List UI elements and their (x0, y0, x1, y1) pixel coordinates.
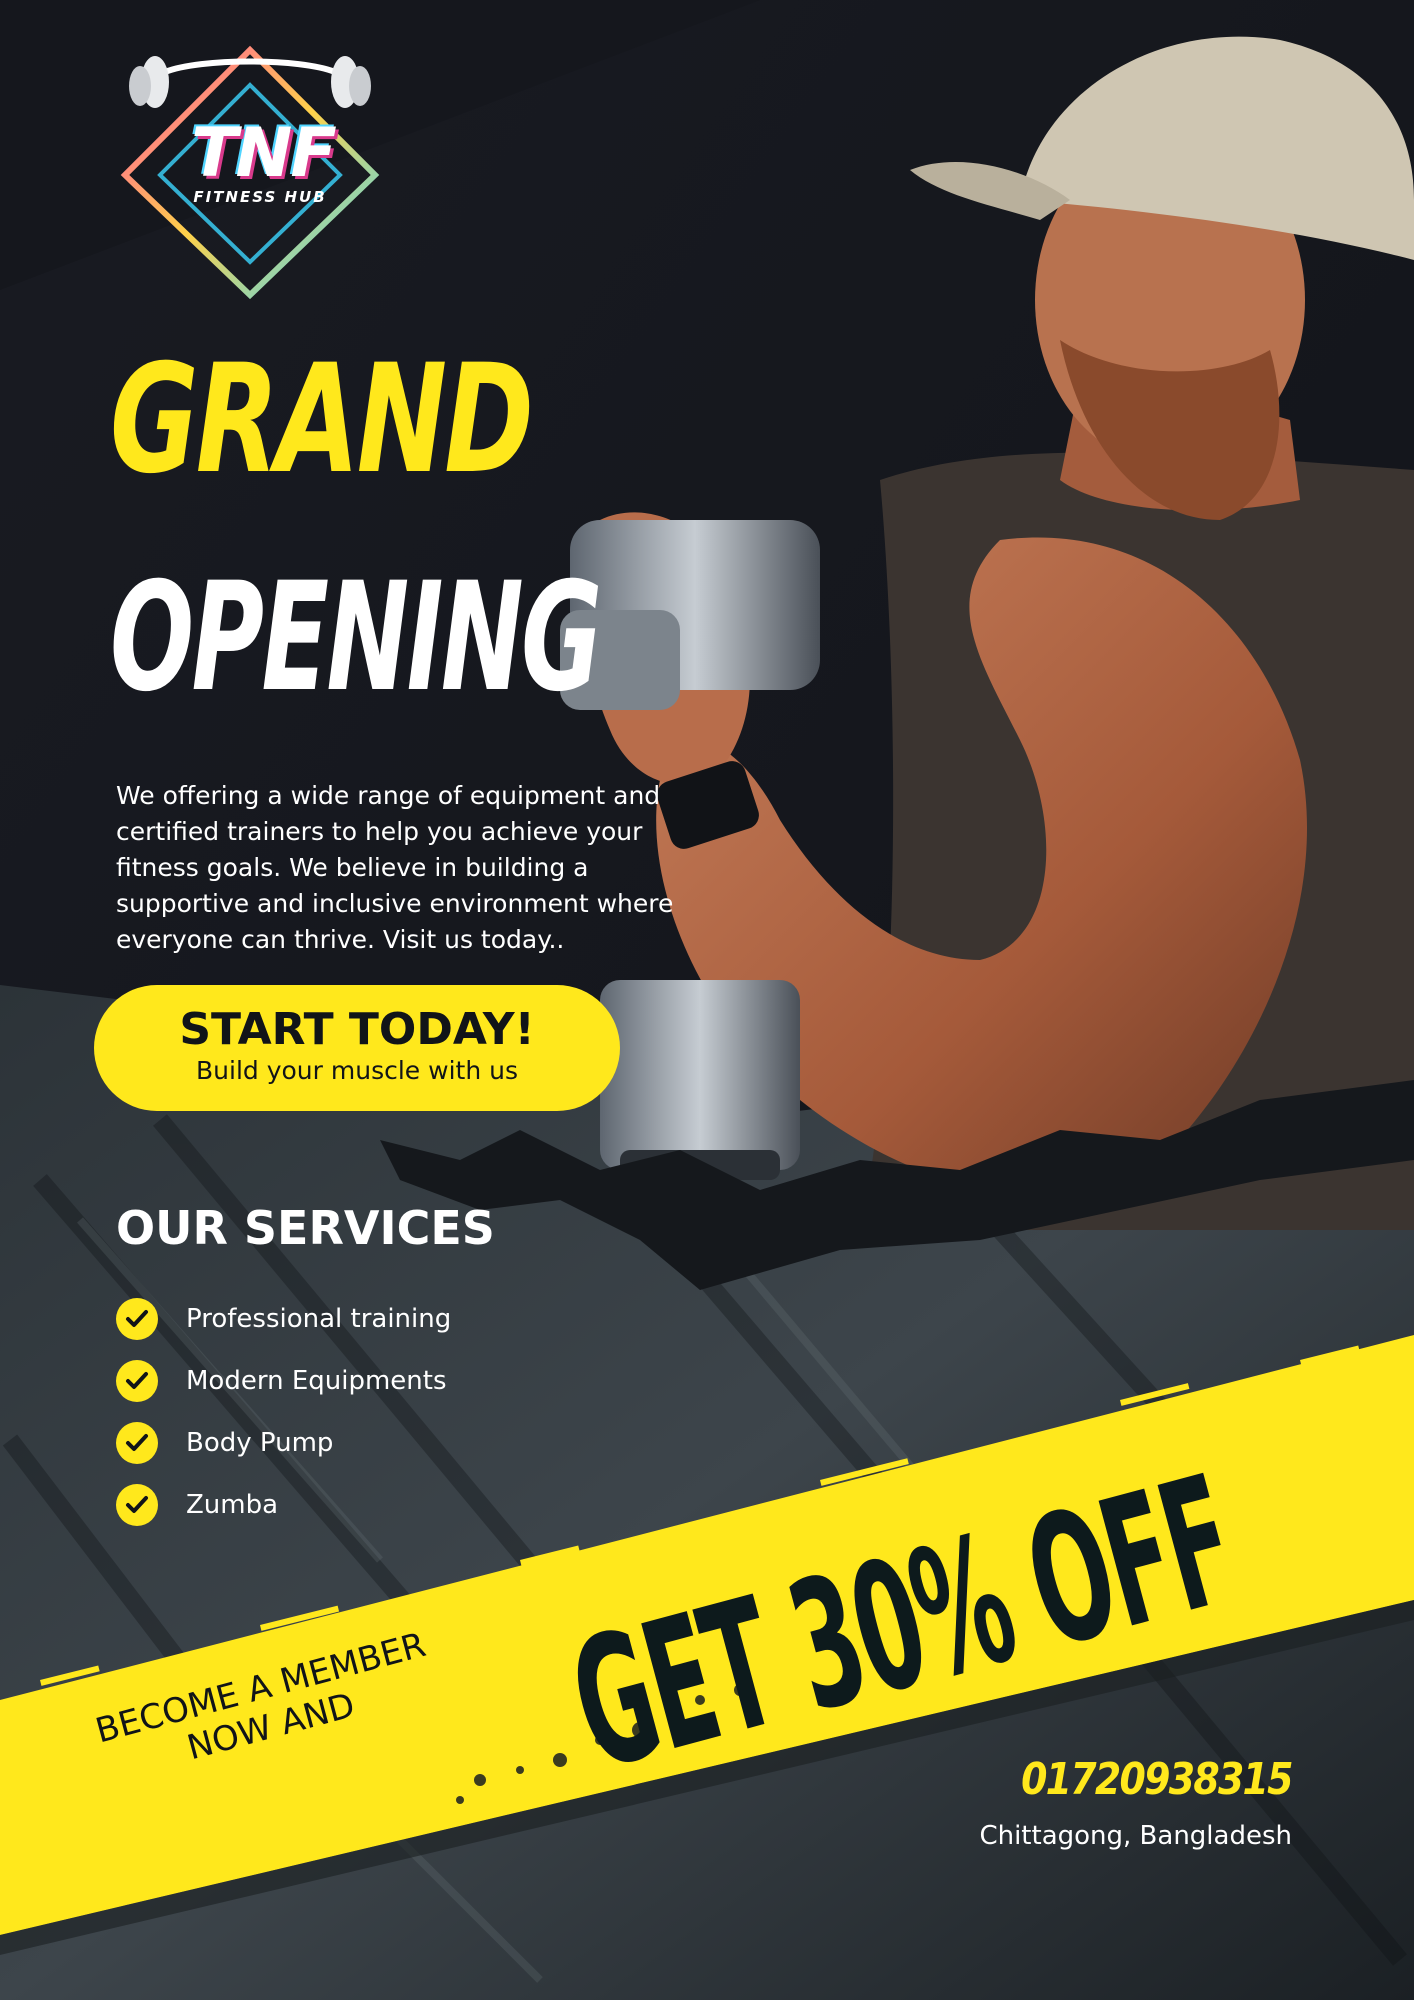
headline-grand: GRAND (110, 333, 534, 507)
check-icon (116, 1484, 158, 1526)
check-icon (116, 1422, 158, 1464)
service-item: Zumba (116, 1474, 451, 1536)
headline-opening: OPENING (110, 551, 602, 725)
intro-text: We offering a wide range of equipment an… (116, 781, 674, 954)
service-label: Zumba (186, 1490, 279, 1520)
services-list: Professional training Modern Equipments … (116, 1288, 451, 1536)
location-text: Chittagong, Bangladesh (979, 1821, 1292, 1851)
check-icon (116, 1360, 158, 1402)
service-label: Modern Equipments (186, 1366, 447, 1396)
grand-opening-poster: TNF FITNESS HUB GRAND OPENING We offerin… (0, 0, 1414, 2000)
service-item: Body Pump (116, 1412, 451, 1474)
logo-tagline: FITNESS HUB (193, 188, 327, 206)
service-item: Modern Equipments (116, 1350, 451, 1412)
cta-title: START TODAY! (179, 1004, 535, 1055)
service-item: Professional training (116, 1288, 451, 1350)
check-icon (116, 1298, 158, 1340)
services-title: OUR SERVICES (116, 1201, 495, 1255)
service-label: Professional training (186, 1304, 452, 1334)
cta-subtitle: Build your muscle with us (196, 1056, 518, 1085)
start-today-button[interactable]: START TODAY! Build your muscle with us (94, 985, 620, 1111)
phone-number: 01720938315 (1021, 1754, 1293, 1805)
service-label: Body Pump (186, 1428, 334, 1458)
logo-wordmark: TNF (191, 114, 337, 193)
